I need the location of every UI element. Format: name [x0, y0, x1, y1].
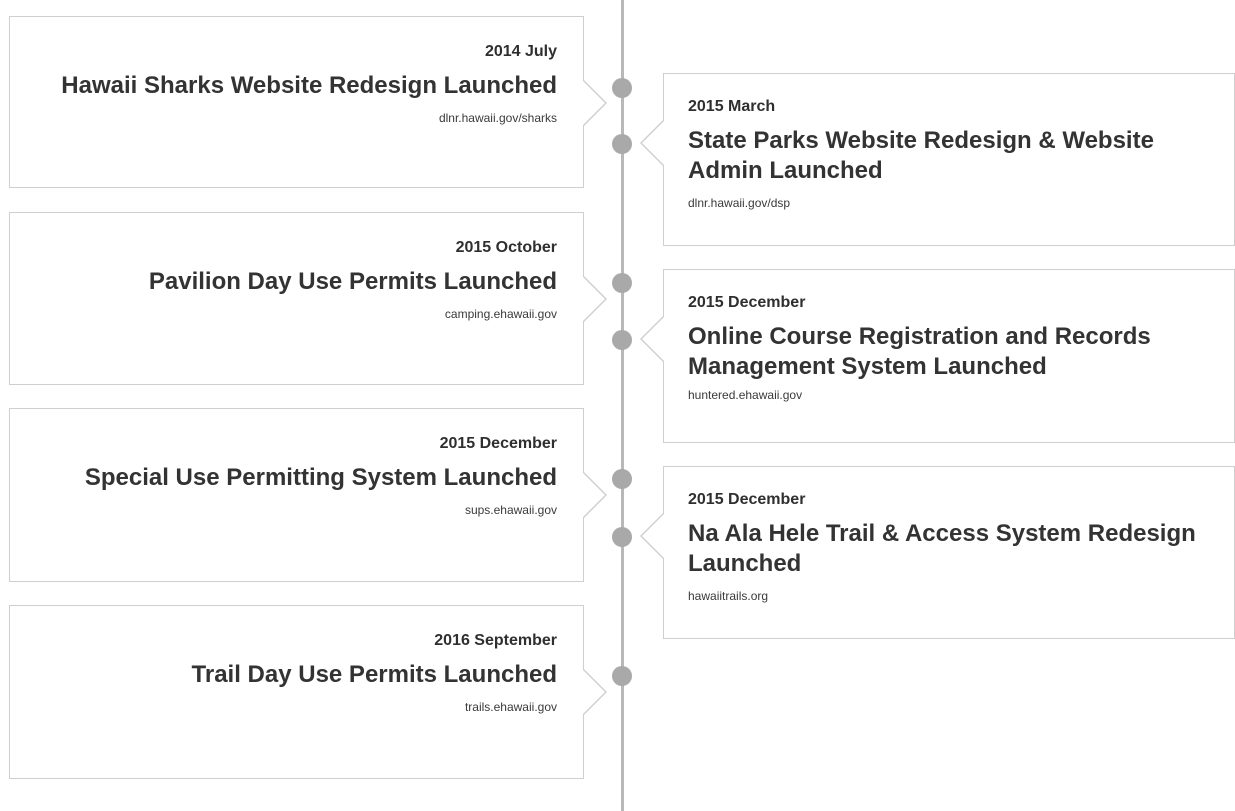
timeline-marker — [612, 78, 632, 98]
timeline-marker — [612, 273, 632, 293]
event-url[interactable]: dlnr.hawaii.gov/sharks — [30, 111, 557, 125]
event-title: State Parks Website Redesign & Website A… — [688, 127, 1154, 184]
event-url[interactable]: dlnr.hawaii.gov/dsp — [688, 196, 1214, 210]
event-title: Pavilion Day Use Permits Launched — [148, 268, 557, 295]
timeline-card: 2015 December Special Use Permitting Sys… — [9, 408, 607, 582]
timeline-axis — [621, 0, 624, 811]
event-title: Trail Day Use Permits Launched — [191, 661, 557, 688]
timeline-card: 2015 October Pavilion Day Use Permits La… — [9, 212, 607, 385]
timeline-card: 2016 September Trail Day Use Permits Lau… — [9, 605, 607, 779]
timeline-marker — [612, 330, 632, 350]
event-date: 2016 September — [434, 632, 557, 649]
timeline-marker — [612, 469, 632, 489]
timeline-marker — [612, 527, 632, 547]
event-title: Na Ala Hele Trail & Access System Redesi… — [688, 520, 1196, 577]
event-date: 2015 December — [439, 435, 557, 452]
event-title: Special Use Permitting System Launched — [84, 464, 557, 491]
event-date: 2015 December — [688, 294, 806, 311]
event-date: 2014 July — [484, 43, 557, 60]
event-title: Online Course Registration and Records M… — [688, 323, 1151, 380]
event-date: 2015 March — [688, 98, 776, 115]
event-title: Hawaii Sharks Website Redesign Launched — [61, 72, 557, 99]
timeline-card: 2014 July Hawaii Sharks Website Redesign… — [9, 16, 607, 188]
timeline-card: 2015 December Na Ala Hele Trail & Access… — [640, 466, 1235, 639]
timeline-card: 2015 March State Parks Website Redesign … — [640, 73, 1235, 246]
event-url[interactable]: camping.ehawaii.gov — [30, 307, 557, 321]
event-url[interactable]: sups.ehawaii.gov — [30, 503, 557, 517]
event-url[interactable]: trails.ehawaii.gov — [30, 700, 557, 714]
timeline-marker — [612, 134, 632, 154]
event-url[interactable]: huntered.ehawaii.gov — [688, 388, 1214, 402]
event-url[interactable]: hawaiitrails.org — [688, 589, 1214, 603]
event-date: 2015 October — [455, 239, 557, 256]
timeline-card: 2015 December Online Course Registration… — [640, 269, 1235, 443]
timeline-marker — [612, 666, 632, 686]
event-date: 2015 December — [688, 491, 806, 508]
